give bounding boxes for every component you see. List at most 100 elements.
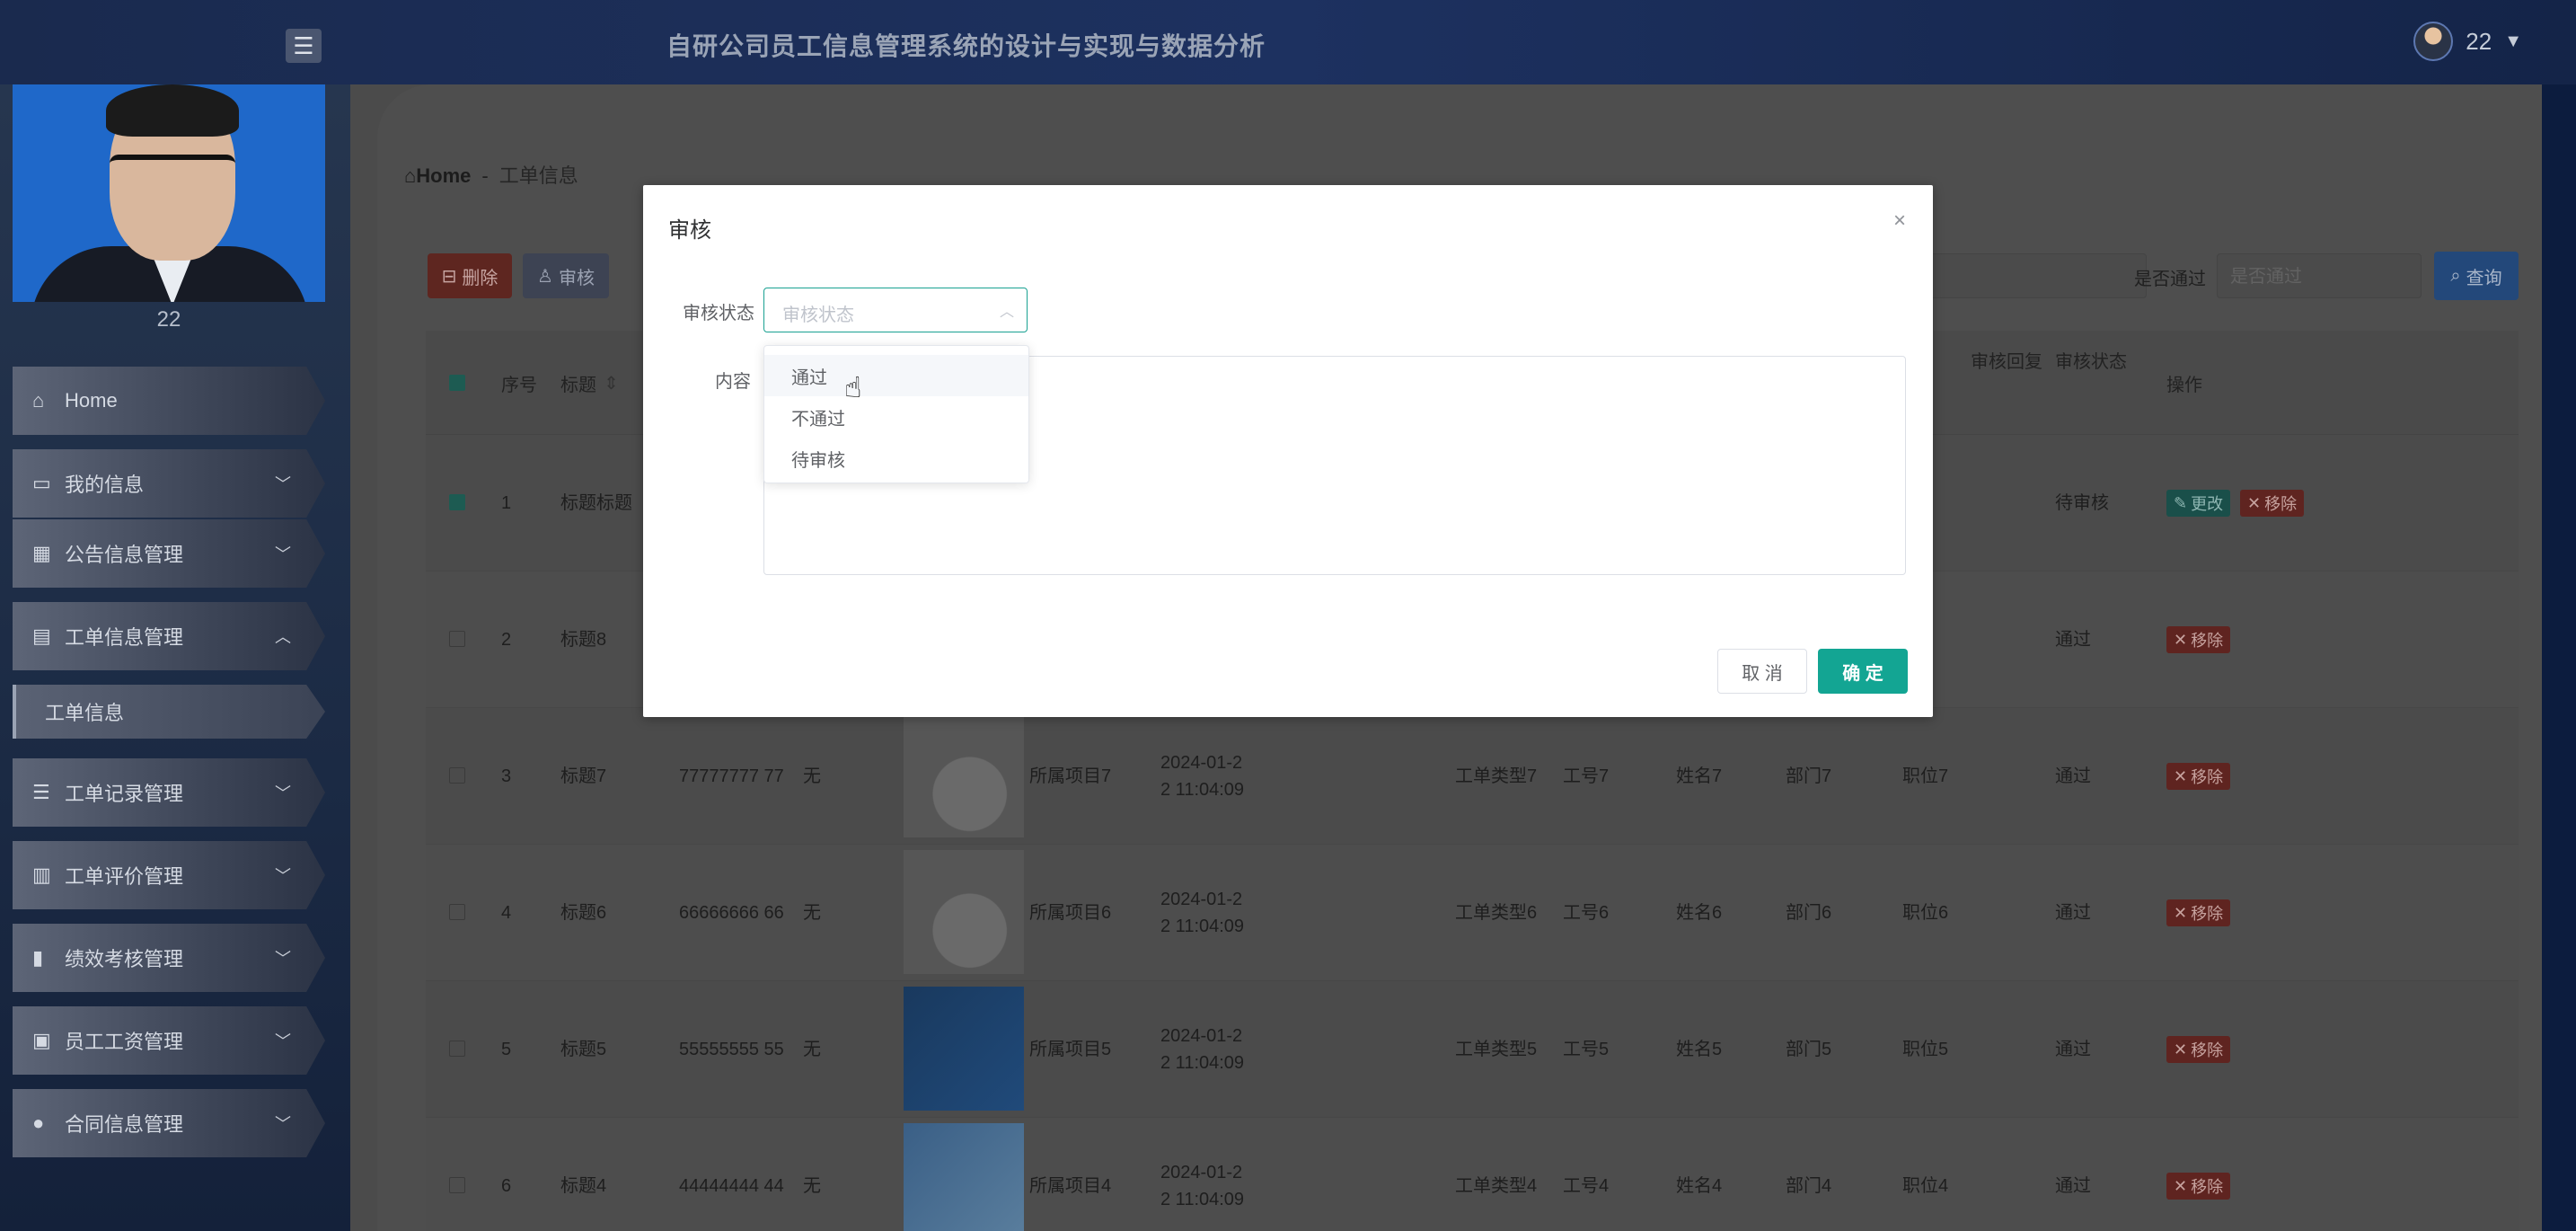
status-dropdown: 通过 不通过 待审核 [763,345,1029,483]
sidebar-item-salary[interactable]: ▣ 员工工资管理 ﹀ [13,1006,325,1075]
close-icon: ✕ [2174,1176,2188,1195]
row-checkbox[interactable] [449,494,465,510]
cell-time: 2024-01-2 2 11:04:09 [1160,753,1245,800]
pass-filter-label: 是否通过 [2134,270,2206,289]
sidebar-item-notice[interactable]: ▦ 公告信息管理 ﹀ [13,519,325,588]
caret-down-icon: ▼ [2504,31,2522,51]
query-button[interactable]: ⌕ 查询 [2434,252,2519,300]
pointer-cursor-icon: ☝ [844,371,862,403]
select-all-checkbox[interactable] [449,375,465,391]
cell-project: 所属项目7 [1029,766,1112,786]
cell-no: 3 [501,766,512,786]
home-icon: ⌂ [404,164,417,187]
sidebar-item-performance[interactable]: ▮ 绩效考核管理 ﹀ [13,924,325,992]
cell-image-text: 无 [803,903,821,923]
row-checkbox[interactable] [449,1041,465,1057]
delete-button[interactable]: ⊟ 删除 [428,253,512,298]
cell-title: 标题标题 [560,493,632,513]
sidebar-item-workorder[interactable]: ▤ 工单信息管理 ︿ [13,602,325,670]
row-checkbox[interactable] [449,767,465,784]
cell-name: 姓名6 [1676,903,1723,923]
header-reply: 审核回复 [1971,352,2042,372]
status-label: 审核状态 [683,304,754,323]
remove-button[interactable]: ✕ 移除 [2166,763,2231,790]
breadcrumb-home[interactable]: ⌂Home [404,164,471,187]
home-icon: ⌂ [32,389,45,412]
row-image [904,1123,1024,1231]
cell-project: 所属项目5 [1029,1040,1112,1059]
row-checkbox[interactable] [449,1177,465,1193]
sidebar-item-workorder-record[interactable]: ☰ 工单记录管理 ﹀ [13,758,325,827]
cell-title: 标题6 [560,903,607,923]
audit-button[interactable]: ♙ 审核 [523,253,609,298]
cell-code: 工号7 [1563,766,1610,786]
remove-button[interactable]: ✕ 移除 [2240,490,2305,517]
pass-filter-select[interactable]: 是否通过 [2217,253,2422,298]
menu-toggle-icon[interactable]: ☰ [286,29,322,63]
option-pending[interactable]: 待审核 [764,438,1028,479]
close-icon[interactable]: × [1893,208,1906,234]
cell-dept: 部门7 [1786,766,1832,786]
sidebar: 22 ⌂ Home ▭ 我的信息 ﹀ ▦ 公告信息管理 ﹀ ▤ 工单信息管理 ︿… [0,84,350,1231]
remove-button[interactable]: ✕ 移除 [2166,1173,2231,1200]
close-icon: ✕ [2174,630,2188,649]
cell-no: 5 [501,1040,512,1059]
dialog-title: 审核 [668,218,711,243]
cell-type: 工单类型7 [1455,766,1538,786]
cell-image-text: 无 [803,1040,821,1059]
cell-time: 2024-01-2 2 11:04:09 [1160,1163,1245,1209]
cell-content: 66666666 66 [679,903,784,923]
row-image [904,713,1024,837]
chevron-down-icon: ﹀ [275,784,291,802]
confirm-button[interactable]: 确 定 [1818,649,1908,694]
cell-status: 通过 [2055,766,2091,786]
cell-title: 标题8 [560,630,607,650]
sidebar-subitem-workorder-info[interactable]: 工单信息 [13,685,325,739]
building-icon: ▥ [32,863,51,886]
table-row: 4 标题6 66666666 66 无 所属项目6 2024-01-2 2 11:04:0… [426,845,2519,981]
header-title[interactable]: 标题 ⇕ [560,331,619,435]
header-status[interactable]: 审核状态 [2055,331,2127,435]
cell-code: 工号5 [1563,1040,1610,1059]
cell-dept: 部门5 [1786,1040,1832,1059]
cell-status: 通过 [2055,1040,2091,1059]
audit-status-select[interactable]: 审核状态 ︿ [763,288,1028,332]
table-row: 6 标题4 44444444 44 无 所属项目4 2024-01-2 2 11:04:0… [426,1118,2519,1231]
close-icon: ✕ [2174,1040,2188,1058]
user-icon: ♙ [537,266,553,287]
cell-dept: 部门6 [1786,903,1832,923]
row-checkbox[interactable] [449,904,465,920]
close-icon: ✕ [2174,903,2188,922]
sidebar-item-contract[interactable]: ● 合同信息管理 ﹀ [13,1089,325,1157]
cell-title: 标题7 [560,766,607,786]
cell-position: 职位4 [1902,1176,1949,1196]
cancel-button[interactable]: 取 消 [1717,649,1807,694]
cell-position: 职位7 [1902,766,1949,786]
cell-code: 工号6 [1563,903,1610,923]
user-menu[interactable]: 22 ▼ [2413,22,2522,61]
remove-button[interactable]: ✕ 移除 [2166,899,2231,926]
remove-button[interactable]: ✕ 移除 [2166,1036,2231,1063]
option-fail[interactable]: 不通过 [764,396,1028,438]
close-icon: ✕ [2247,493,2262,512]
app-title: 自研公司员工信息管理系统的设计与实现与数据分析 [666,32,1266,60]
cell-status: 通过 [2055,1176,2091,1196]
user-name: 22 [2466,27,2492,55]
option-pass[interactable]: 通过 [764,355,1028,396]
sidebar-item-workorder-review[interactable]: ▥ 工单评价管理 ﹀ [13,841,325,909]
cell-project: 所属项目6 [1029,903,1112,923]
row-checkbox[interactable] [449,631,465,647]
header-no: 序号 [501,375,537,395]
cell-name: 姓名7 [1676,766,1723,786]
remove-button[interactable]: ✕ 移除 [2166,626,2231,653]
edit-button[interactable]: ✎ 更改 [2166,490,2231,517]
cell-image-text: 无 [803,1176,821,1196]
sidebar-item-home[interactable]: ⌂ Home [13,367,325,435]
sidebar-item-my-info[interactable]: ▭ 我的信息 ﹀ [13,449,325,518]
chevron-down-icon: ﹀ [275,1032,291,1050]
cell-dept: 部门4 [1786,1176,1832,1196]
chevron-down-icon: ﹀ [275,1115,291,1133]
name-filter-input[interactable]: 名 [1904,253,2147,298]
cell-name: 姓名5 [1676,1040,1723,1059]
chevron-up-icon: ︿ [275,628,291,646]
